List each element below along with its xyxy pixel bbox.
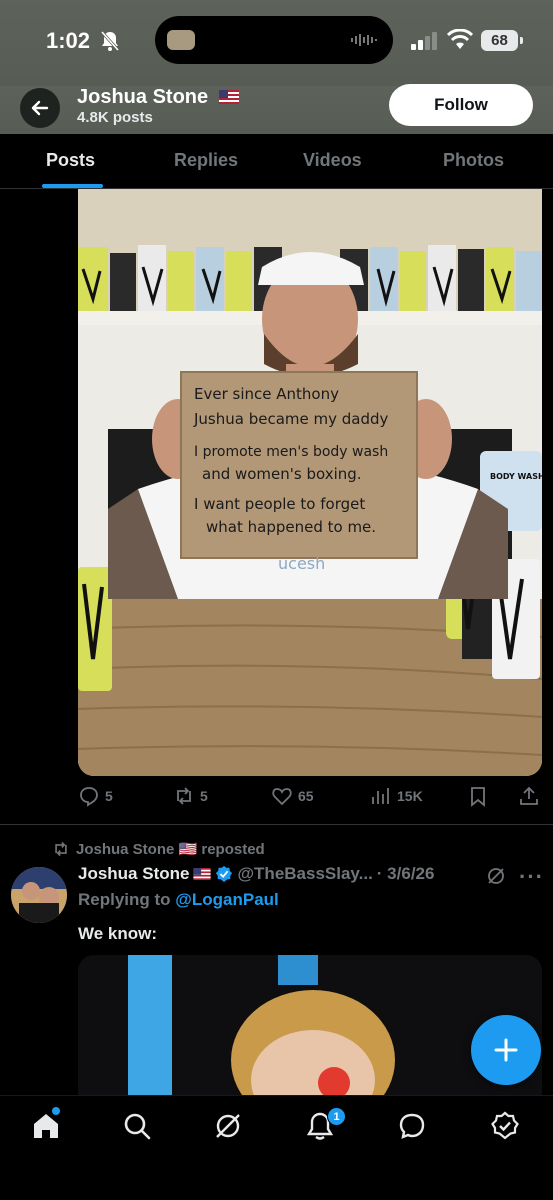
sign-line-4: and women's boxing. (202, 465, 362, 483)
back-button[interactable] (20, 88, 60, 128)
post-image[interactable]: Ever since Anthony Jushua became my dadd… (78, 189, 542, 776)
heart-icon (272, 788, 292, 806)
battery-nub (520, 37, 523, 44)
profile-name-text: Joshua Stone (77, 86, 209, 108)
tab-photos[interactable]: Photos (443, 150, 504, 171)
post-photo-illustration (78, 955, 542, 1100)
bell-off-icon (100, 31, 120, 51)
status-bar: 1:02 68 (0, 0, 553, 86)
repost-count: 5 (200, 788, 208, 804)
author-name[interactable]: Joshua Stone (78, 864, 189, 884)
verified-badge-icon (216, 865, 233, 883)
replying-prefix: Replying to (78, 890, 171, 909)
active-tab-indicator (42, 184, 103, 188)
repost-indicator[interactable]: Joshua Stone 🇺🇸 reposted (52, 840, 265, 858)
profile-tabs: Posts Replies Videos Photos (0, 134, 553, 189)
tab-videos[interactable]: Videos (303, 150, 362, 171)
cellular-signal-icon (411, 32, 437, 50)
verified-orgs-icon[interactable] (489, 1110, 521, 1142)
like-count: 65 (298, 788, 314, 804)
repost-icon (55, 841, 67, 857)
arrow-left-icon (31, 100, 49, 116)
avatar[interactable] (11, 867, 67, 923)
dynamic-island (155, 16, 393, 64)
notifications-badge: 1 (327, 1107, 346, 1126)
car-thumbnail-icon (167, 30, 195, 50)
search-icon[interactable] (121, 1110, 153, 1142)
tab-posts[interactable]: Posts (46, 150, 95, 171)
repost-icon (177, 787, 191, 805)
share-button[interactable] (518, 785, 540, 807)
reply-count: 5 (105, 788, 113, 804)
shirt-text: ucesh (278, 554, 325, 573)
sign-line-2: Jushua became my daddy (193, 410, 389, 428)
status-time: 1:02 (46, 28, 91, 53)
home-unread-dot (52, 1107, 60, 1115)
repost-label: Joshua Stone 🇺🇸 reposted (76, 841, 265, 858)
sign-line-1: Ever since Anthony (194, 385, 339, 403)
bookmark-button[interactable] (467, 785, 489, 807)
views-count: 15K (397, 788, 423, 804)
post-text: We know: (78, 924, 158, 943)
post-author-line: Joshua Stone @TheBassSlay... · 3/6/26 (78, 864, 434, 884)
author-handle[interactable]: @TheBassSlay... (237, 864, 372, 884)
replying-to: Replying to @LoganPaul (78, 890, 279, 910)
grok-icon[interactable] (212, 1110, 244, 1142)
reply-button[interactable]: 5 (78, 785, 113, 807)
grok-icon[interactable] (486, 866, 506, 886)
reply-icon (80, 787, 98, 807)
sign-line-6: what happened to me. (206, 518, 376, 536)
post-image[interactable] (78, 955, 542, 1100)
views-chart-icon (372, 788, 389, 804)
posts-count: 4.8K posts (77, 109, 153, 126)
bottom-nav: 1 (0, 1095, 553, 1200)
plus-icon (494, 1038, 518, 1062)
us-flag-icon (218, 89, 239, 104)
wifi-icon (447, 29, 473, 49)
post-date: · 3/6/26 (376, 864, 435, 883)
battery-indicator: 68 (481, 30, 518, 51)
us-flag-icon (193, 868, 212, 880)
repost-button[interactable]: 5 (173, 785, 208, 807)
post-divider (0, 824, 553, 825)
avatar-image (11, 867, 67, 923)
share-icon (520, 786, 538, 805)
product-label: BODY WASH (490, 472, 542, 481)
messages-icon[interactable] (396, 1110, 428, 1142)
sign-line-5: I want people to forget (194, 495, 365, 513)
post-photo-illustration: Ever since Anthony Jushua became my dadd… (78, 189, 542, 776)
tab-replies[interactable]: Replies (174, 150, 238, 171)
bookmark-icon (471, 787, 485, 807)
post-actions: 5 5 65 15K (78, 785, 542, 811)
audio-wave-icon (351, 34, 377, 46)
follow-button[interactable]: Follow (389, 84, 533, 126)
replying-mention[interactable]: @LoganPaul (175, 890, 278, 909)
more-options-icon[interactable]: ··· (519, 864, 544, 890)
compose-button[interactable] (471, 1015, 541, 1085)
sign-line-3: I promote men's body wash (194, 444, 388, 460)
views-button[interactable]: 15K (370, 785, 423, 807)
profile-name: Joshua Stone (77, 86, 239, 109)
like-button[interactable]: 65 (271, 785, 314, 807)
